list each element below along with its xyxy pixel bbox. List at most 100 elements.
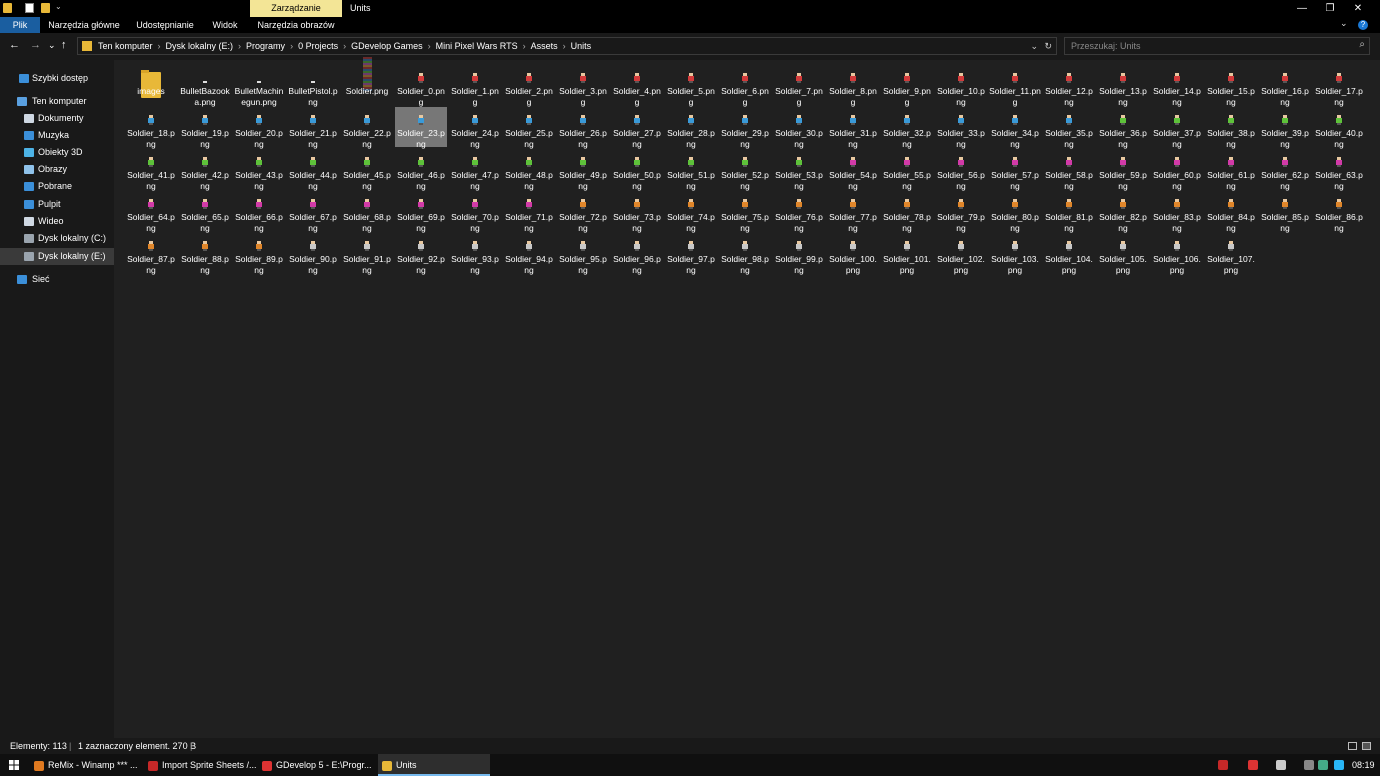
file-item[interactable]: Soldier_60.png [1151,149,1203,191]
file-item[interactable]: Soldier.png [341,57,393,105]
file-item[interactable]: Soldier_22.png [341,107,393,149]
sidebar-item[interactable]: Obrazy [0,161,114,178]
file-item[interactable]: Soldier_85.png [1259,191,1311,233]
ribbon-expand-icon[interactable]: ⌄ [1340,18,1348,29]
file-item[interactable]: Soldier_83.png [1151,191,1203,233]
taskbar-item[interactable]: Import Sprite Sheets /... [144,754,257,776]
sidebar-item[interactable]: Pobrane [0,178,114,195]
clock[interactable]: 08:19 [1352,754,1375,776]
tab-home[interactable]: Narzędzia główne [42,17,126,33]
file-item[interactable]: Soldier_102.png [935,233,987,275]
file-item[interactable]: Soldier_33.png [935,107,987,149]
sidebar-item[interactable]: Dokumenty [0,110,114,127]
file-item[interactable]: Soldier_76.png [773,191,825,233]
file-item[interactable]: Soldier_42.png [179,149,231,191]
file-item[interactable]: Soldier_27.png [611,107,663,149]
file-item[interactable]: Soldier_61.png [1205,149,1257,191]
file-item[interactable]: Soldier_80.png [989,191,1041,233]
file-item[interactable]: Soldier_39.png [1259,107,1311,149]
file-item[interactable]: Soldier_13.png [1097,65,1149,107]
minimize-button[interactable]: — [1288,0,1316,17]
file-item[interactable]: Soldier_20.png [233,107,285,149]
sidebar-item[interactable]: Ten komputer [0,93,114,110]
file-item[interactable]: Soldier_106.png [1151,233,1203,275]
breadcrumb-separator[interactable]: › [563,41,566,51]
file-item[interactable]: Soldier_95.png [557,233,609,275]
file-item[interactable]: Soldier_96.png [611,233,663,275]
file-item[interactable]: Soldier_56.png [935,149,987,191]
taskbar-item[interactable]: ReMix - Winamp *** ... [30,754,142,776]
breadcrumb-item[interactable]: GDevelop Games [351,41,423,51]
tray-icon[interactable] [1318,760,1328,770]
tab-view[interactable]: Widok [204,17,246,33]
file-item[interactable]: Soldier_57.png [989,149,1041,191]
file-item[interactable]: Soldier_1.png [449,65,501,107]
quick-access-dropdown-icon[interactable]: ⌄ [55,2,62,11]
file-item[interactable]: Soldier_40.png [1313,107,1365,149]
tab-share[interactable]: Udostępnianie [130,17,200,33]
address-bar[interactable]: Ten komputer › Dysk lokalny (E:) › Programy ›… [77,37,1057,55]
close-button[interactable]: ✕ [1344,0,1372,17]
file-item[interactable]: BulletMachinegun.png [233,65,285,107]
file-item[interactable]: Soldier_67.png [287,191,339,233]
file-item[interactable]: Soldier_91.png [341,233,393,275]
sidebar-item[interactable]: Dysk lokalny (E:) [0,248,114,265]
file-item[interactable]: Soldier_94.png [503,233,555,275]
file-item[interactable]: Soldier_73.png [611,191,663,233]
file-item[interactable]: Soldier_62.png [1259,149,1311,191]
file-item[interactable]: Soldier_97.png [665,233,717,275]
new-folder-icon[interactable] [41,3,50,13]
tab-plik[interactable]: Plik [0,17,40,33]
breadcrumb-separator[interactable]: › [523,41,526,51]
file-item[interactable]: Soldier_38.png [1205,107,1257,149]
breadcrumb-item[interactable]: Assets [531,41,558,51]
sidebar-item[interactable]: Sieć [0,271,114,288]
file-item[interactable]: Soldier_8.png [827,65,879,107]
file-item[interactable]: Soldier_77.png [827,191,879,233]
start-button[interactable] [0,754,28,776]
search-icon[interactable]: ⌕ [1359,39,1365,50]
file-item[interactable]: Soldier_18.png [125,107,177,149]
sidebar-item[interactable]: Pulpit [0,196,114,213]
file-item[interactable]: Soldier_21.png [287,107,339,149]
maximize-button[interactable]: ❐ [1316,0,1344,17]
file-item[interactable]: Soldier_49.png [557,149,609,191]
file-item[interactable]: Soldier_26.png [557,107,609,149]
sidebar-item[interactable]: Obiekty 3D [0,144,114,161]
tab-picture-tools[interactable]: Narzędzia obrazów [250,17,342,33]
contextual-tab-group[interactable]: Zarządzanie [250,0,342,17]
file-item[interactable]: Soldier_74.png [665,191,717,233]
file-item[interactable]: Soldier_28.png [665,107,717,149]
file-item[interactable]: Soldier_54.png [827,149,879,191]
file-item[interactable]: Soldier_70.png [449,191,501,233]
file-item[interactable]: Soldier_23.png [395,107,447,149]
tray-icon[interactable] [1304,760,1314,770]
tray-icon[interactable] [1276,760,1286,770]
breadcrumb-item[interactable]: Dysk lokalny (E:) [166,41,234,51]
file-item[interactable]: Soldier_65.png [179,191,231,233]
large-icons-view-icon[interactable] [1362,742,1371,750]
breadcrumb-item[interactable]: Mini Pixel Wars RTS [436,41,518,51]
file-item[interactable]: Soldier_45.png [341,149,393,191]
file-item[interactable]: Soldier_68.png [341,191,393,233]
file-item[interactable]: Soldier_66.png [233,191,285,233]
file-item[interactable]: Soldier_31.png [827,107,879,149]
file-item[interactable]: Soldier_25.png [503,107,555,149]
file-item[interactable]: Soldier_101.png [881,233,933,275]
file-item[interactable]: Soldier_30.png [773,107,825,149]
file-item[interactable]: Soldier_16.png [1259,65,1311,107]
breadcrumb-item[interactable]: 0 Projects [298,41,338,51]
file-item[interactable]: Soldier_35.png [1043,107,1095,149]
file-item[interactable]: Soldier_9.png [881,65,933,107]
file-item[interactable]: Soldier_86.png [1313,191,1365,233]
file-item[interactable]: Soldier_6.png [719,65,771,107]
file-item[interactable]: Soldier_92.png [395,233,447,275]
breadcrumb-separator[interactable]: › [158,41,161,51]
file-item[interactable]: Soldier_3.png [557,65,609,107]
file-item[interactable]: Soldier_44.png [287,149,339,191]
help-icon[interactable]: ? [1358,20,1368,30]
file-item[interactable]: Soldier_69.png [395,191,447,233]
file-item[interactable]: Soldier_7.png [773,65,825,107]
file-item[interactable]: Soldier_58.png [1043,149,1095,191]
properties-icon[interactable] [25,3,34,13]
